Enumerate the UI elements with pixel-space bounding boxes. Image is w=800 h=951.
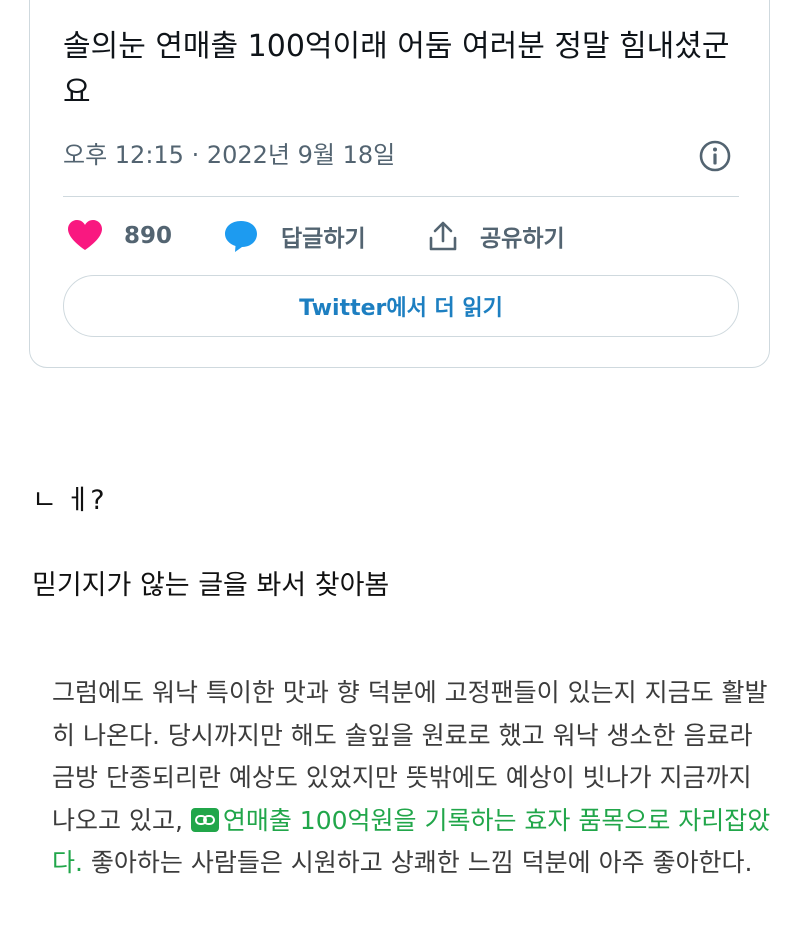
quoted-article-text: 그럼에도 워낙 특이한 맛과 향 덕분에 고정팬들이 있는지 지금도 활발히 나… bbox=[52, 672, 772, 885]
tweet-timestamp[interactable]: 오후 12:15 · 2022년 9월 18일 bbox=[63, 138, 395, 172]
heart-icon bbox=[68, 220, 102, 250]
body-line-1: ㄴ ㅔ? bbox=[32, 485, 105, 516]
tweet-text: 솔의눈 연매출 100억이래 어둠 여러분 정말 힘내셨군요 bbox=[63, 29, 730, 110]
read-more-on-twitter-button[interactable]: Twitter에서 더 읽기 bbox=[63, 275, 739, 337]
like-button[interactable]: 890 bbox=[68, 214, 172, 258]
info-icon[interactable] bbox=[698, 139, 732, 173]
like-count: 890 bbox=[124, 223, 173, 249]
divider bbox=[63, 196, 739, 197]
reply-label: 답글하기 bbox=[281, 226, 366, 252]
speech-bubble-icon bbox=[225, 221, 257, 252]
share-icon bbox=[429, 221, 457, 251]
quote-text-after: 좋아하는 사람들은 시원하고 상쾌한 느낌 덕분에 아주 좋아한다. bbox=[82, 848, 753, 877]
link-icon bbox=[190, 807, 219, 832]
body-line-2: 믿기지가 않는 글을 봐서 찾아봄 bbox=[32, 570, 390, 601]
share-button[interactable]: 공유하기 bbox=[428, 214, 565, 258]
share-label: 공유하기 bbox=[480, 226, 565, 252]
tweet-actions: 890 답글하기 공유하기 bbox=[63, 214, 743, 258]
reply-button[interactable]: 답글하기 bbox=[223, 214, 366, 258]
